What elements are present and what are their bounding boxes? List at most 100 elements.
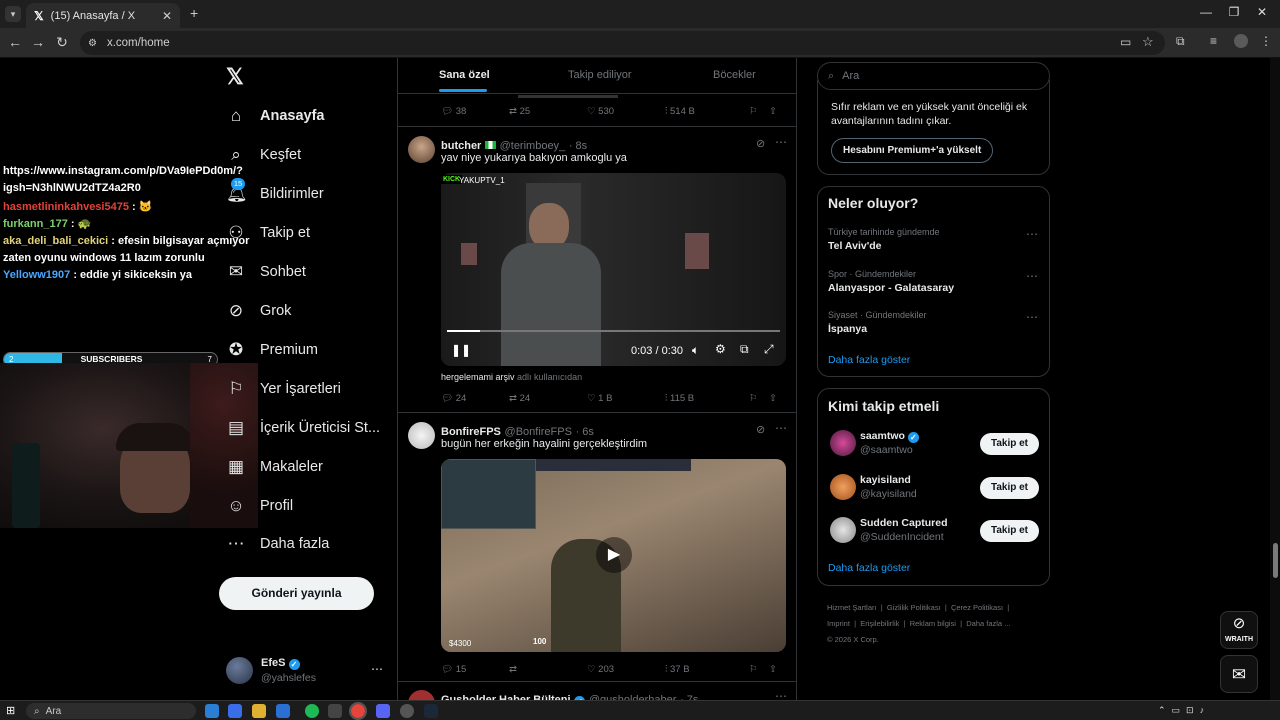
taskbar-app-icon[interactable] bbox=[228, 704, 242, 718]
trend-item[interactable]: Türkiye tarihinde gündemde Tel Aviv'de ⋯ bbox=[818, 223, 1049, 263]
nav-premium[interactable]: ✪ Premium bbox=[226, 335, 318, 365]
site-info-icon[interactable]: ⚙ bbox=[88, 38, 97, 49]
media-control-icon[interactable]: ≡ bbox=[1210, 34, 1217, 48]
account-switcher[interactable]: EfeS ✓ @yahslefes ⋯ bbox=[226, 656, 386, 686]
like-button[interactable]: ♡ 1 B bbox=[587, 393, 665, 404]
tab-close-icon[interactable]: ✕ bbox=[162, 9, 172, 23]
footer-link[interactable]: Daha fazla ... bbox=[966, 619, 1010, 628]
follow-button[interactable]: Takip et bbox=[980, 520, 1039, 542]
bookmark-button[interactable]: ⚐ bbox=[749, 393, 769, 404]
views-button[interactable]: ⫶ 115 B bbox=[665, 393, 749, 404]
trend-item[interactable]: Siyaset · Gündemdekiler İspanya ⋯ bbox=[818, 306, 1049, 346]
follow-suggestion[interactable]: saamtwo ✓ @saamtwo Takip et bbox=[818, 427, 1049, 463]
trend-more-icon[interactable]: ⋯ bbox=[1026, 310, 1038, 324]
suggestion-avatar[interactable] bbox=[830, 474, 856, 500]
nav-notifications[interactable]: 🔔︎ 15 Bildirimler bbox=[226, 178, 324, 209]
volume-icon[interactable]: 🔈︎ bbox=[692, 343, 699, 358]
footer-link[interactable]: Erişilebilirlik bbox=[860, 619, 899, 628]
spotify-icon[interactable] bbox=[305, 704, 319, 718]
back-icon[interactable]: ← bbox=[6, 34, 24, 50]
tweet-avatar[interactable] bbox=[408, 136, 435, 163]
tweet-handle[interactable]: @terimboey_ bbox=[500, 140, 566, 152]
url-field[interactable]: ⚙ x.com/home bbox=[80, 31, 1165, 55]
reply-button[interactable]: 💬︎ 38 bbox=[441, 106, 509, 117]
cast-icon[interactable]: ▭ bbox=[1120, 35, 1131, 49]
suggestion-name[interactable]: saamtwo bbox=[860, 430, 905, 442]
suggestion-avatar[interactable] bbox=[830, 517, 856, 543]
tweet-time[interactable]: · 8s bbox=[569, 140, 587, 152]
chrome-icon[interactable] bbox=[349, 702, 367, 720]
share-button[interactable]: ⇧ bbox=[769, 106, 777, 117]
taskbar-app-icon[interactable] bbox=[328, 704, 342, 718]
pip-icon[interactable]: ⧉ bbox=[740, 342, 749, 357]
nav-creator-studio[interactable]: ▤ İçerik Üreticisi St... bbox=[226, 413, 380, 443]
repost-button[interactable]: ⇄ 24 bbox=[509, 393, 587, 404]
nav-more[interactable]: ⋯ Daha fazla bbox=[226, 529, 330, 559]
account-more-icon[interactable]: ⋯ bbox=[371, 662, 383, 676]
share-button[interactable]: ⇧ bbox=[769, 393, 777, 404]
like-button[interactable]: ♡ 530 bbox=[587, 106, 665, 117]
browser-menu-icon[interactable]: ⋮ bbox=[1260, 34, 1272, 48]
play-icon[interactable]: ▶ bbox=[596, 537, 632, 573]
like-button[interactable]: ♡ 203 bbox=[587, 664, 665, 675]
minimize-icon[interactable]: — bbox=[1196, 5, 1216, 23]
browser-tab[interactable]: 𝕏 (15) Anasayfa / X ✕ bbox=[26, 3, 180, 28]
tweet-more-icon[interactable]: ⋯ bbox=[775, 421, 787, 435]
footer-link[interactable]: Çerez Politikası bbox=[951, 603, 1003, 612]
suggestion-name[interactable]: Sudden Captured bbox=[860, 517, 948, 529]
trend-item[interactable]: Spor · Gündemdekiler Alanyaspor - Galata… bbox=[818, 265, 1049, 305]
video-source-name[interactable]: hergelemami arşiv bbox=[441, 372, 515, 382]
follow-suggestion[interactable]: Sudden Captured @SuddenIncident Takip et bbox=[818, 514, 1049, 550]
bookmark-button[interactable]: ⚐ bbox=[749, 106, 769, 117]
nav-grok[interactable]: ⊘ Grok bbox=[226, 296, 292, 326]
new-tab-icon[interactable]: + bbox=[190, 5, 198, 21]
tweet-video[interactable]: ▶ $4300 100 bbox=[441, 459, 786, 652]
nav-articles[interactable]: ▦ Makaleler bbox=[226, 452, 323, 482]
tweet-more-icon[interactable]: ⋯ bbox=[775, 135, 787, 149]
taskbar-app-icon[interactable] bbox=[400, 704, 414, 718]
tweet-video[interactable]: KICK YAKUPTV_1 ❚❚ 0:03 / 0:30 🔈︎ ⚙ ⧉ ⤢ bbox=[441, 173, 786, 366]
tab-bugs[interactable]: Böcekler bbox=[713, 69, 756, 81]
suggestion-name[interactable]: kayisiland bbox=[860, 474, 911, 486]
scrollbar-thumb[interactable] bbox=[1273, 543, 1278, 578]
grok-tweet-icon[interactable]: ⊘ bbox=[756, 423, 765, 436]
tab-search-icon[interactable]: ▾ bbox=[5, 6, 21, 22]
wraith-grok-button[interactable]: ⊘ WRAITH bbox=[1220, 611, 1258, 649]
fullscreen-icon[interactable]: ⤢ bbox=[764, 342, 774, 357]
trends-show-more-link[interactable]: Daha fazla göster bbox=[828, 354, 910, 366]
repost-button[interactable]: ⇄ 25 bbox=[509, 106, 587, 117]
nav-profile[interactable]: ☺ Profil bbox=[226, 491, 293, 521]
views-button[interactable]: ⫶ 514 B bbox=[665, 106, 749, 117]
system-tray-icons[interactable]: ⌃▭⊡♪ bbox=[1158, 705, 1210, 716]
footer-link[interactable]: Hizmet Şartları bbox=[827, 603, 877, 612]
discord-icon[interactable] bbox=[376, 704, 390, 718]
profile-avatar[interactable] bbox=[1234, 34, 1248, 48]
taskbar-search[interactable]: ⌕ Ara bbox=[26, 703, 196, 719]
trend-more-icon[interactable]: ⋯ bbox=[1026, 227, 1038, 241]
premium-upgrade-button[interactable]: Hesabını Premium+'a yükselt bbox=[831, 138, 994, 163]
post-button[interactable]: Gönderi yayınla bbox=[219, 577, 374, 610]
views-button[interactable]: ⫶ 37 B bbox=[665, 664, 749, 675]
tab-for-you[interactable]: Sana özel bbox=[439, 69, 490, 81]
nav-explore[interactable]: ⌕ Keşfet bbox=[226, 140, 301, 170]
taskbar-app-icon[interactable] bbox=[205, 704, 219, 718]
forward-icon[interactable]: → bbox=[29, 34, 47, 50]
tweet[interactable]: BonfireFPS @BonfireFPS · 6s ⊘ ⋯ bugün he… bbox=[398, 414, 796, 682]
tweet[interactable]: butcher @terimboey_ · 8s ⊘ ⋯ yav niye yu… bbox=[398, 128, 796, 413]
repost-button[interactable]: ⇄ bbox=[509, 664, 587, 675]
grok-tweet-icon[interactable]: ⊘ bbox=[756, 137, 765, 150]
x-logo-icon[interactable]: 𝕏 bbox=[226, 64, 244, 90]
follow-suggestion[interactable]: kayisiland @kayisiland Takip et bbox=[818, 471, 1049, 507]
tweet-time[interactable]: · 6s bbox=[576, 426, 594, 438]
follow-button[interactable]: Takip et bbox=[980, 433, 1039, 455]
extensions-icon[interactable]: ⧉ bbox=[1176, 34, 1185, 49]
bookmark-button[interactable]: ⚐ bbox=[749, 664, 769, 675]
trend-more-icon[interactable]: ⋯ bbox=[1026, 269, 1038, 283]
footer-link[interactable]: Imprint bbox=[827, 619, 850, 628]
tweet-handle[interactable]: @BonfireFPS bbox=[505, 426, 572, 438]
tweet-author[interactable]: butcher bbox=[441, 140, 481, 152]
reply-button[interactable]: 💬︎ 15 bbox=[441, 664, 509, 675]
reload-icon[interactable]: ↻ bbox=[53, 34, 71, 51]
nav-follow[interactable]: ⚇ Takip et bbox=[226, 218, 310, 248]
bookmark-star-icon[interactable]: ☆ bbox=[1142, 34, 1154, 50]
